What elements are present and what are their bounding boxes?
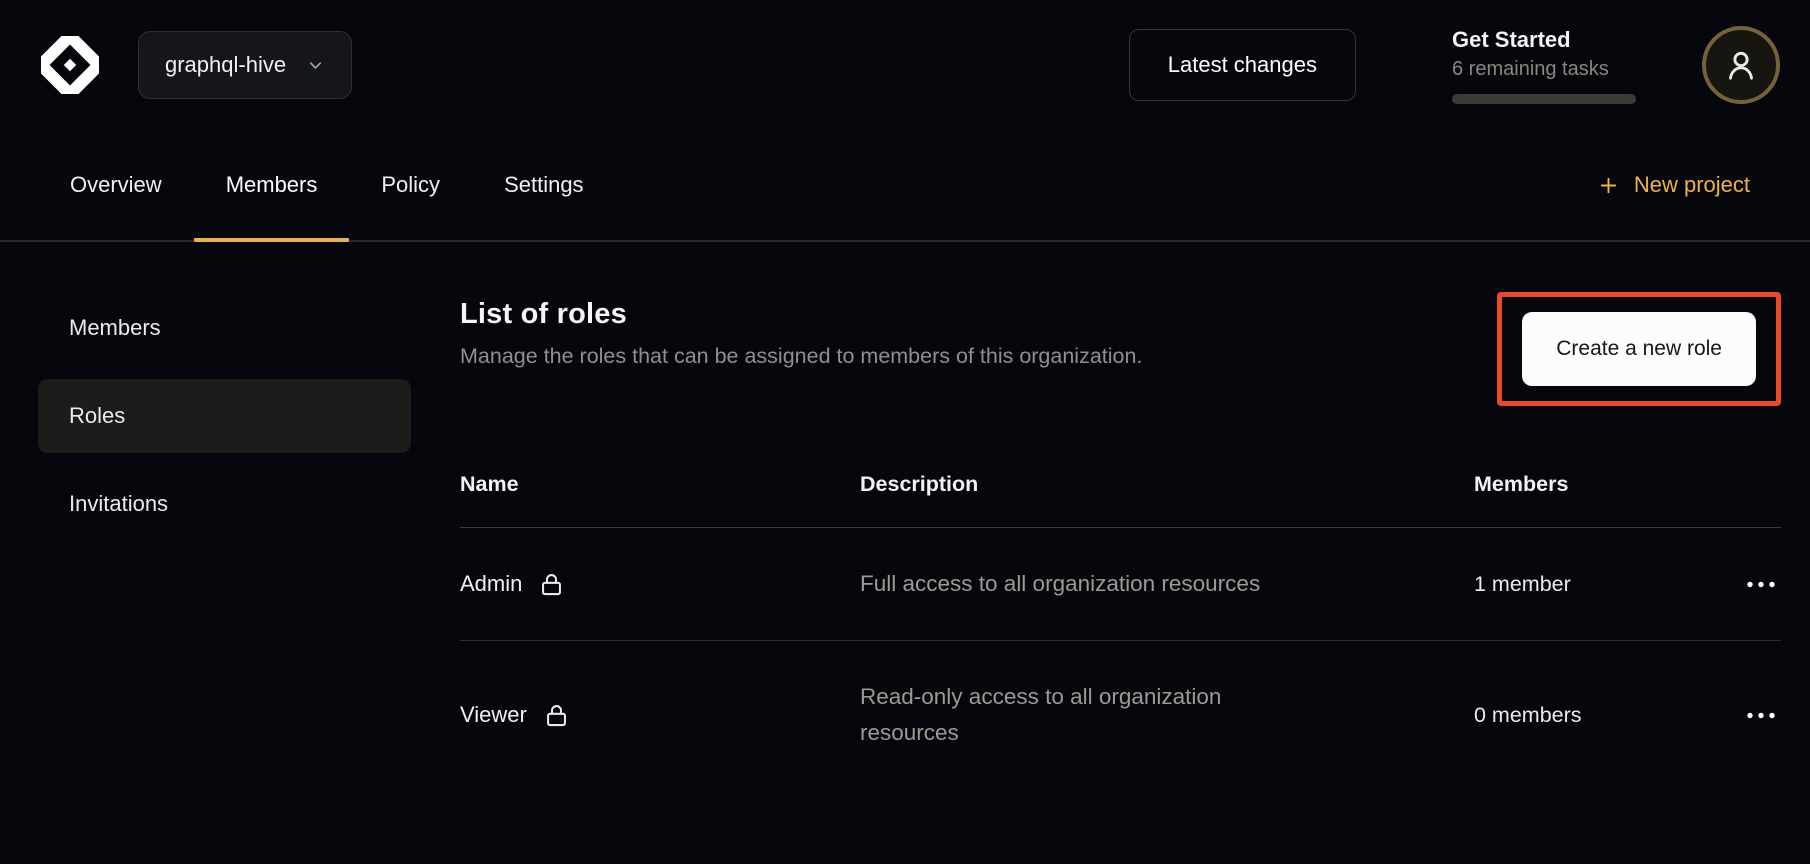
org-name: graphql-hive: [165, 52, 286, 78]
annotation-highlight: Create a new role: [1497, 292, 1781, 406]
column-header-description: Description: [860, 450, 1474, 527]
roles-panel: List of roles Manage the roles that can …: [460, 242, 1810, 789]
role-name: Viewer: [460, 702, 527, 728]
page-subtitle: Manage the roles that can be assigned to…: [460, 344, 1142, 369]
new-project-button[interactable]: New project: [1597, 172, 1750, 198]
column-header-members: Members: [1474, 450, 1711, 527]
role-description: Read-only access to all organization res…: [860, 641, 1290, 789]
get-started-subtitle: 6 remaining tasks: [1452, 58, 1642, 81]
get-started-widget[interactable]: Get Started 6 remaining tasks: [1452, 27, 1642, 104]
new-project-label: New project: [1634, 172, 1750, 198]
roles-table: Name Description Members Admin Full acce…: [460, 450, 1781, 789]
members-sidebar: Members Roles Invitations: [0, 242, 460, 555]
role-members-count: 1 member: [1474, 534, 1711, 635]
org-tab-bar: Overview Members Policy Settings New pro…: [0, 130, 1810, 242]
tab-overview[interactable]: Overview: [38, 130, 194, 240]
org-switcher-button[interactable]: graphql-hive: [138, 31, 352, 99]
row-menu-button[interactable]: [1711, 570, 1781, 599]
sidebar-item-members[interactable]: Members: [38, 291, 411, 365]
latest-changes-button[interactable]: Latest changes: [1129, 29, 1356, 101]
page-title: List of roles: [460, 298, 1142, 331]
role-name-cell: Admin: [460, 533, 860, 636]
roles-panel-header: List of roles Manage the roles that can …: [460, 298, 1781, 406]
role-name: Admin: [460, 571, 522, 597]
hive-logo-icon[interactable]: [38, 33, 102, 97]
app-header: graphql-hive Latest changes Get Started …: [0, 0, 1810, 130]
create-role-button[interactable]: Create a new role: [1522, 312, 1756, 386]
chevron-down-icon: [306, 56, 325, 75]
user-menu-button[interactable]: [1702, 26, 1780, 104]
column-header-menu: [1711, 463, 1781, 515]
tab-policy[interactable]: Policy: [349, 130, 472, 240]
role-menu-cell: [1711, 532, 1781, 637]
row-menu-button[interactable]: [1711, 701, 1781, 730]
sidebar-item-invitations[interactable]: Invitations: [38, 467, 411, 541]
lock-icon: [538, 571, 565, 598]
members-page: Members Roles Invitations List of roles …: [0, 242, 1810, 789]
table-row-admin: Admin Full access to all organization re…: [460, 528, 1781, 641]
lock-icon: [543, 702, 570, 729]
user-icon: [1723, 47, 1759, 83]
column-header-name: Name: [460, 450, 860, 527]
table-row-viewer: Viewer Read-only access to all organizat…: [460, 641, 1781, 789]
roles-table-header: Name Description Members: [460, 450, 1781, 528]
tab-members[interactable]: Members: [194, 130, 350, 240]
role-menu-cell: [1711, 663, 1781, 768]
plus-icon: [1597, 174, 1620, 197]
tab-settings[interactable]: Settings: [472, 130, 616, 240]
role-description: Full access to all organization resource…: [860, 528, 1290, 640]
sidebar-item-roles[interactable]: Roles: [38, 379, 411, 453]
get-started-title: Get Started: [1452, 27, 1642, 53]
get-started-progressbar: [1452, 94, 1636, 104]
roles-heading-block: List of roles Manage the roles that can …: [460, 298, 1142, 369]
role-members-count: 0 members: [1474, 665, 1711, 766]
role-name-cell: Viewer: [460, 664, 860, 767]
